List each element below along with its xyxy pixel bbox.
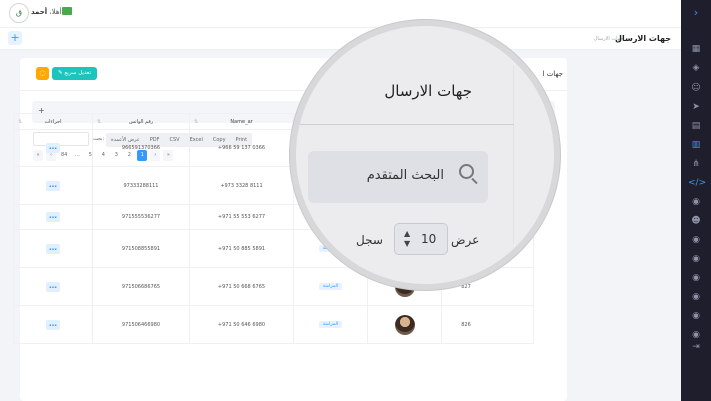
col-name[interactable]: ⇅ Name_ar [190, 114, 294, 131]
cell-whatsapp: 966591370366 [93, 130, 190, 166]
help-button[interactable]: ◌ [36, 67, 49, 80]
table-row: … 971506466980 +971 50 646 6980 المزامنة… [13, 306, 534, 344]
row-actions-button[interactable]: … [46, 243, 60, 254]
avatar [394, 314, 415, 335]
status-badge: المزامنة [318, 283, 343, 290]
user-icon[interactable]: ☺ [688, 82, 704, 94]
status-badge: المزامنة [318, 321, 343, 328]
cell-name: +973 3328 8111 [190, 167, 294, 204]
building-icon[interactable]: ▥ [688, 139, 704, 151]
whatsapp-icon[interactable]: ◉ [688, 310, 704, 322]
page-title: جهات الارسال [615, 34, 671, 43]
card-title: جهات ا [542, 70, 563, 78]
topbar: ق أهلا، أحمد [0, 0, 681, 28]
quick-edit-label: تعديل سريع [64, 70, 91, 76]
show-label: عرض [451, 233, 480, 247]
subheader: + جهات الارسال جهات الارسال [0, 28, 681, 50]
row-actions-button[interactable]: … [46, 180, 60, 191]
tags-icon[interactable]: ◈ [688, 62, 704, 74]
cell-id: 826 [461, 321, 471, 328]
logo: ق [9, 3, 29, 23]
row-actions-button[interactable]: … [46, 143, 60, 153]
cell-name: +971 50 646 6980 [190, 306, 294, 343]
row-actions-button[interactable]: … [46, 319, 60, 330]
magnifier-overlay: جهات الارسال البحث المتقدم عرض ▲ ▼ 10 سجل [290, 20, 560, 290]
search-icon [459, 164, 474, 179]
page-size-select[interactable]: ▲ ▼ 10 [394, 223, 448, 255]
sitemap-icon[interactable]: ⋔ [688, 158, 704, 170]
users-icon[interactable]: ☻ [688, 215, 704, 227]
cell-name: +971 55 553 6277 [190, 205, 294, 229]
cell-name: +971 50 668 6765 [190, 268, 294, 305]
advanced-search-label: البحث المتقدم [366, 168, 444, 183]
magnified-title: جهات الارسال [384, 82, 472, 100]
quick-edit-button[interactable]: ✎ تعديل سريع [52, 67, 97, 80]
whatsapp-icon[interactable]: ◉ [688, 253, 704, 265]
user-greeting[interactable]: أهلا، أحمد [31, 8, 62, 16]
col-actions[interactable]: ⇅ اجراءات [14, 114, 93, 131]
flag-icon[interactable] [62, 7, 72, 15]
whatsapp-icon[interactable]: ◉ [688, 196, 704, 208]
grid-icon[interactable]: ▦ [688, 43, 704, 55]
records-label: سجل [356, 233, 383, 247]
cell-whatsapp: 971555536277 [93, 205, 190, 229]
user-name: أحمد [31, 8, 48, 16]
row-actions-button[interactable]: … [46, 281, 60, 292]
whatsapp-icon[interactable]: ◉ [688, 291, 704, 303]
cell-whatsapp: 97333288111 [93, 167, 190, 204]
cell-whatsapp: 971508855891 [93, 230, 190, 267]
add-button[interactable]: + [8, 31, 22, 45]
row-actions-button[interactable]: … [46, 212, 60, 222]
code-icon[interactable]: </> [688, 177, 706, 189]
whatsapp-icon[interactable]: ◉ [688, 272, 704, 284]
cell-whatsapp: 971506466980 [93, 306, 190, 343]
advanced-search-button[interactable]: البحث المتقدم [308, 151, 488, 203]
magnifier-divider [513, 66, 514, 244]
page-size-value: 10 [421, 232, 437, 246]
magnifier-divider [296, 124, 514, 125]
col-whatsapp[interactable]: ⇅ رقم الواتس [93, 114, 190, 131]
whatsapp-icon[interactable]: ◉ [688, 329, 704, 341]
cell-name: +966 59 137 0366 [190, 130, 294, 166]
sidebar: › ▦ ◈ ☺ ➤ ▤ ▥ ⋔ </> ◉ ☻ ◉ ◉ ◉ ◉ ◉ ◉ ⇥ [681, 0, 711, 401]
sidebar-toggle-icon[interactable]: › [688, 6, 704, 20]
sort-arrows-icon: ▲ ▼ [404, 229, 411, 248]
greeting-text: أهلا، [49, 8, 62, 16]
logout-icon[interactable]: ⇥ [688, 341, 704, 353]
whatsapp-icon[interactable]: ◉ [688, 234, 704, 246]
cell-whatsapp: 971506686765 [93, 268, 190, 305]
send-icon[interactable]: ➤ [688, 101, 704, 113]
cell-name: +971 50 885 5891 [190, 230, 294, 267]
inbox-icon[interactable]: ▤ [688, 120, 704, 132]
